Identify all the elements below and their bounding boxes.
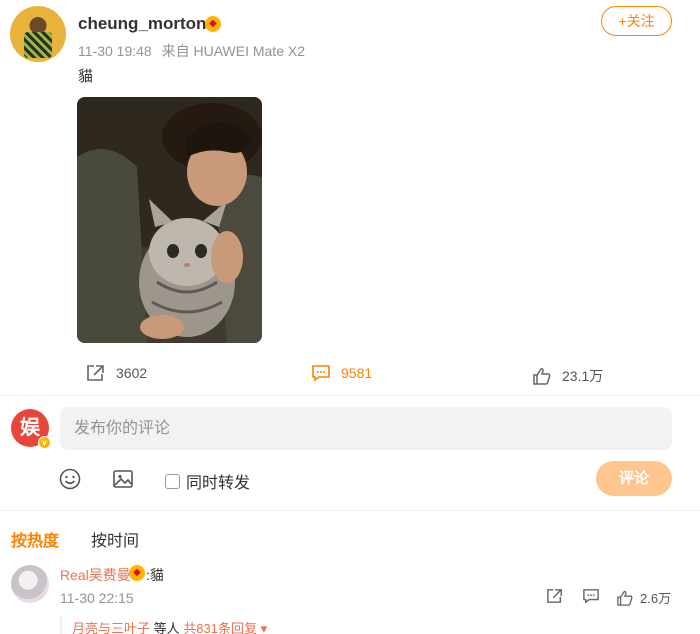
post-text: 貓: [78, 68, 94, 85]
vip-crown-icon: ◆: [205, 16, 221, 32]
comment-text: :貓: [146, 567, 164, 583]
image-upload-button[interactable]: [111, 467, 135, 491]
repost-button[interactable]: 3602: [86, 364, 147, 382]
follow-button[interactable]: +关注: [601, 6, 672, 36]
my-avatar-glyph: 娱: [20, 417, 40, 439]
comment-like-button[interactable]: 2.6万: [616, 588, 671, 607]
smiley-icon: [59, 468, 81, 490]
kitten-photo-illustration: [77, 97, 262, 343]
repost-icon: [547, 589, 562, 603]
post-source: 来自 HUAWEI Mate X2: [161, 43, 305, 59]
caret-down-icon: ▾: [260, 621, 268, 634]
comment-count: 9581: [341, 365, 373, 381]
comment-icon: [312, 365, 330, 382]
comment-like-count: 2.6万: [640, 591, 672, 606]
vip-crown-icon: ◆: [129, 565, 145, 581]
thumbs-up-icon: [617, 590, 633, 606]
commenter-avatar[interactable]: [11, 565, 49, 603]
replies-total[interactable]: 共831条回复: [183, 621, 257, 634]
thumbs-up-icon: [533, 368, 551, 385]
like-button[interactable]: 23.1万: [532, 366, 603, 386]
comment-button[interactable]: 9581: [311, 364, 372, 382]
sort-by-time-tab[interactable]: 按时间: [91, 527, 139, 551]
comment-input[interactable]: [60, 407, 672, 450]
repost-icon: [87, 365, 104, 381]
comment-time: 11-30 22:15: [60, 590, 134, 606]
sort-by-hot-tab[interactable]: 按热度: [11, 527, 59, 551]
like-count: 23.1万: [562, 368, 604, 384]
replies-divider: [60, 616, 62, 634]
emoji-button[interactable]: [58, 467, 82, 491]
also-forward-label: 同时转发: [186, 475, 251, 492]
comment-icon: [583, 589, 599, 604]
comment-repost-button[interactable]: [546, 588, 564, 604]
repost-count: 3602: [116, 365, 148, 381]
author-avatar[interactable]: [10, 6, 66, 62]
verified-icon: v: [38, 436, 51, 449]
commenter-username[interactable]: Real吴费曼: [60, 565, 131, 585]
replies-summary[interactable]: 月亮与三叶子 等人 共831条回复 ▾: [72, 618, 267, 634]
post-image[interactable]: [77, 97, 262, 343]
author-username[interactable]: cheung_morton: [78, 14, 206, 34]
divider: [0, 395, 700, 396]
checkbox-box[interactable]: [165, 473, 180, 489]
post-time[interactable]: 11-30 19:48: [78, 43, 152, 59]
my-avatar: 娱 v: [11, 409, 51, 449]
also-forward-checkbox[interactable]: 同时转发: [165, 469, 250, 493]
replies-users[interactable]: 月亮与三叶子: [72, 621, 150, 634]
image-icon: [113, 470, 133, 488]
submit-comment-button[interactable]: 评论: [596, 461, 672, 496]
replies-mid: 等人: [153, 621, 180, 634]
divider: [0, 510, 700, 511]
post-meta: 11-30 19:48 来自 HUAWEI Mate X2: [78, 41, 311, 61]
comment-reply-button[interactable]: [582, 588, 600, 604]
